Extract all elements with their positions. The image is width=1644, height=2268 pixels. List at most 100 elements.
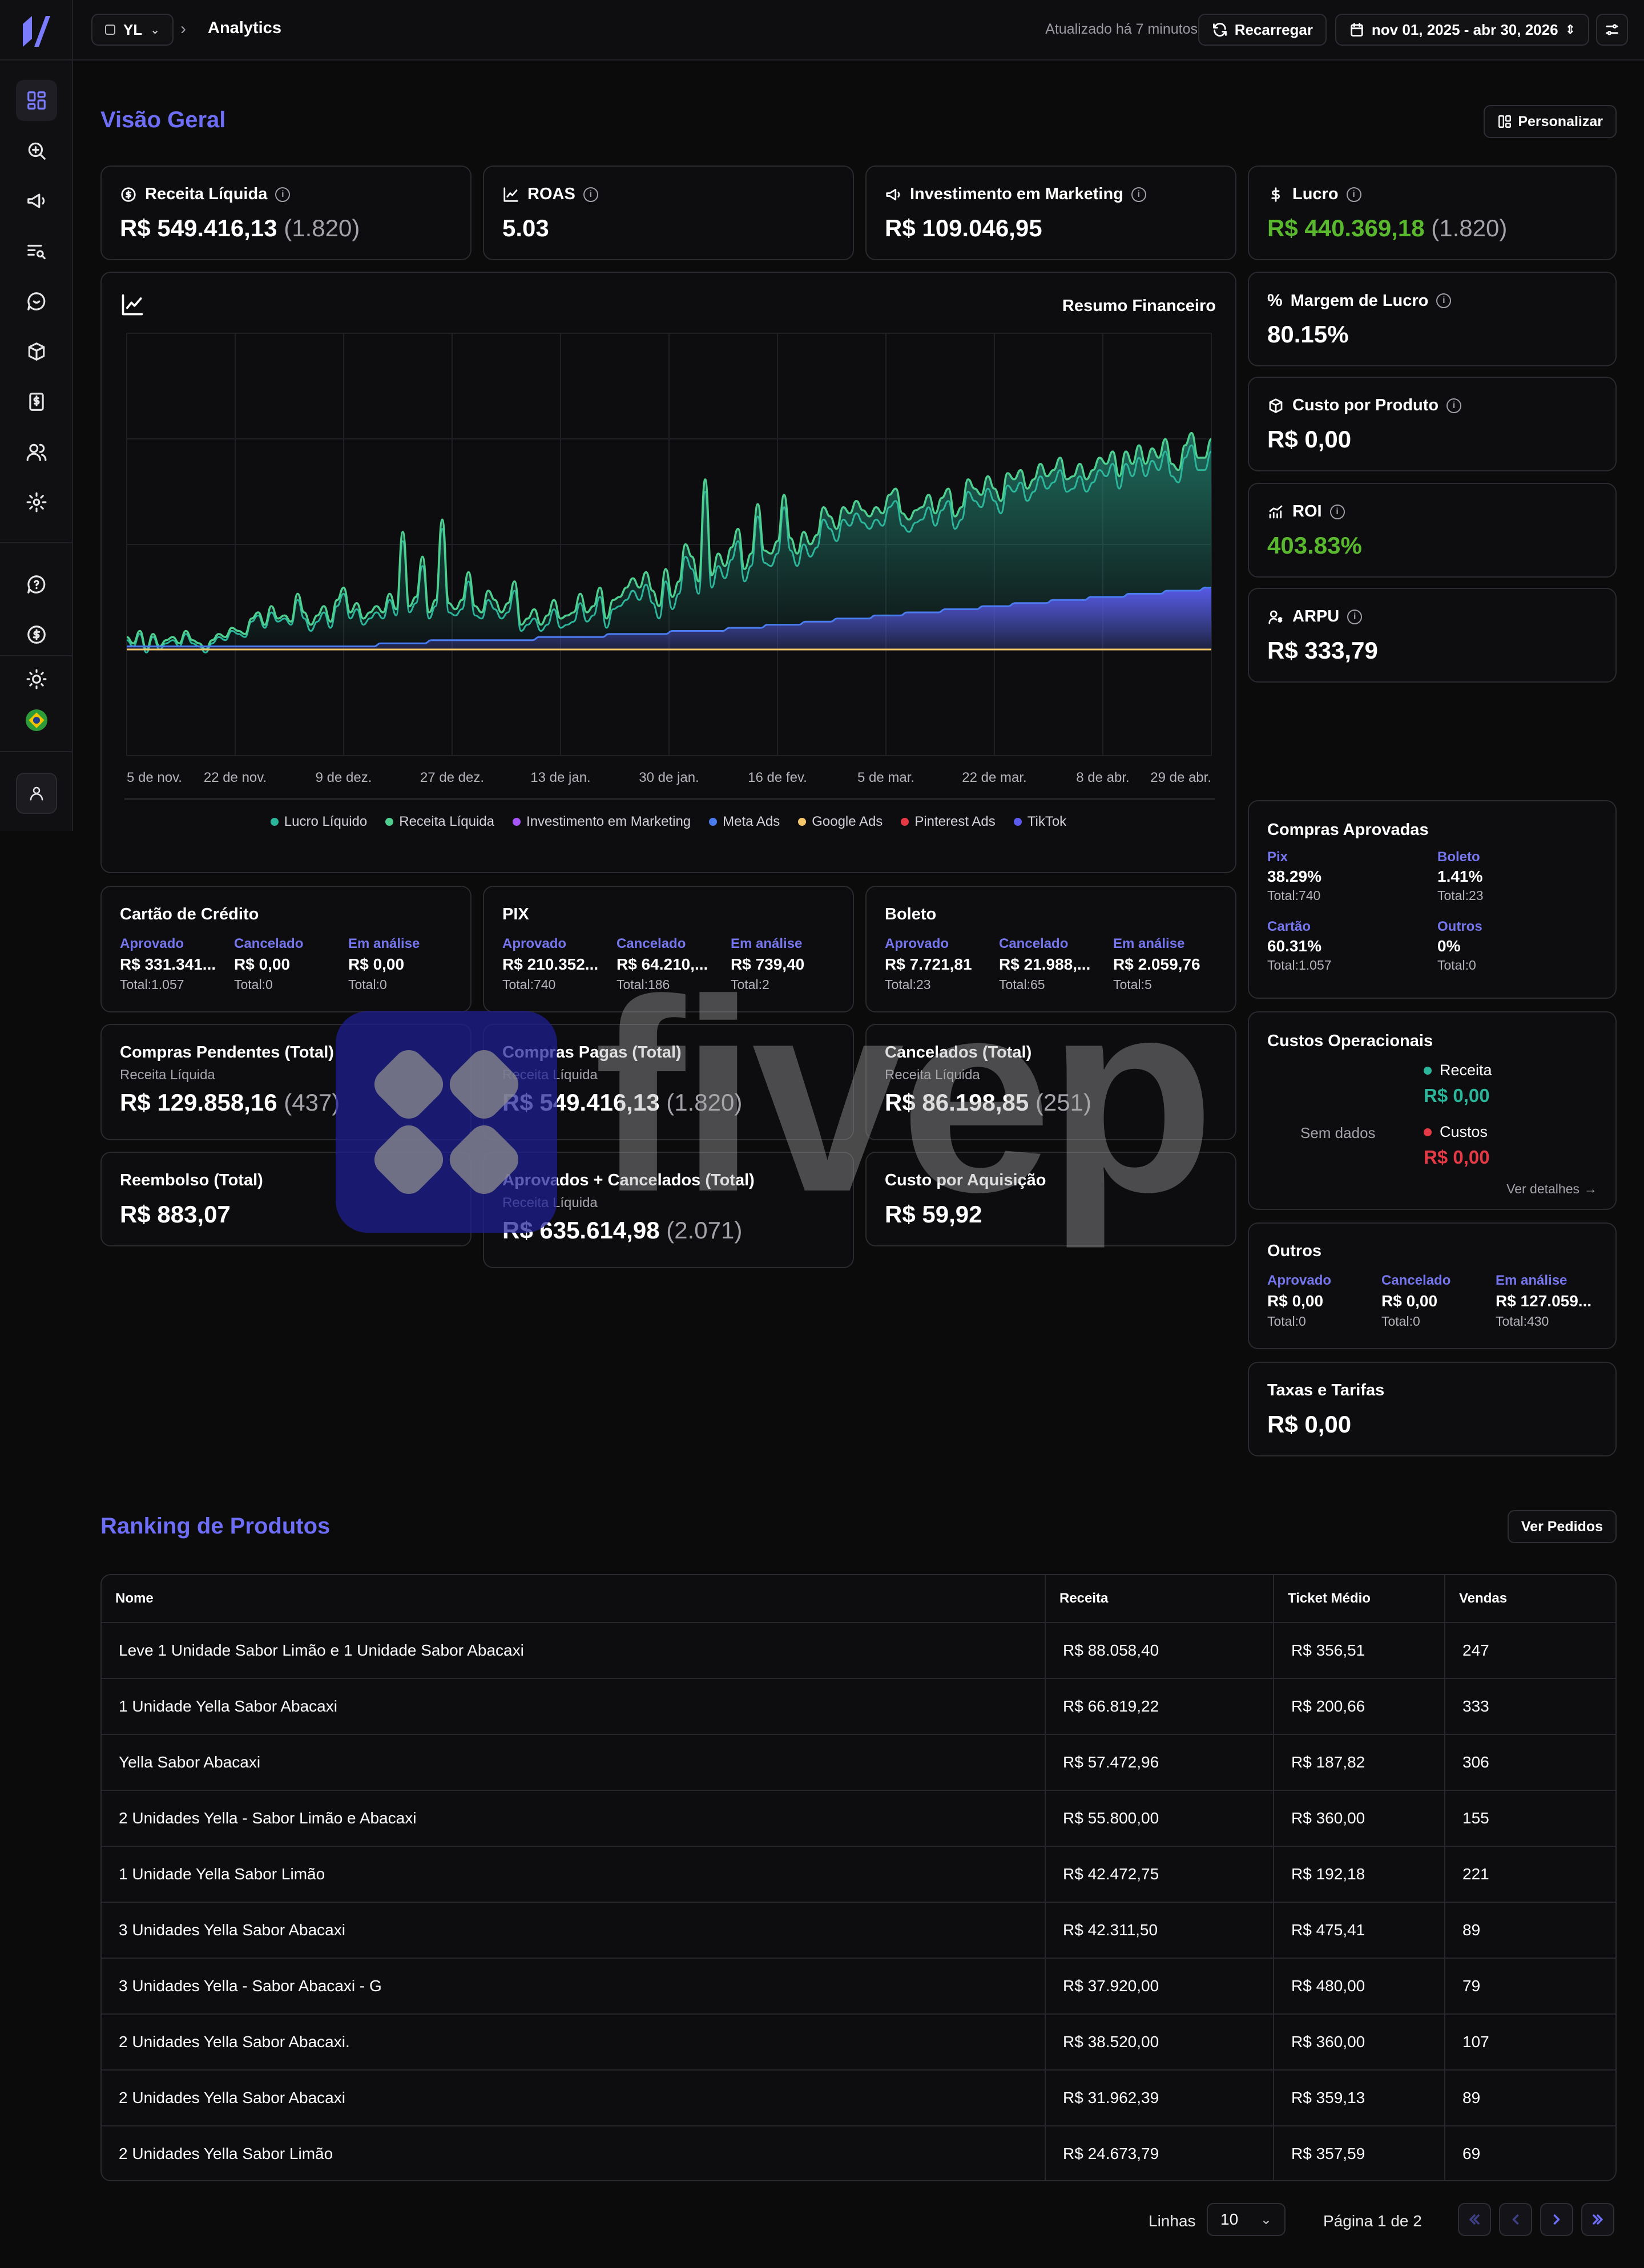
chart-bar-trend-icon [1269,505,1283,518]
column-header[interactable]: Ticket Médio [1274,1575,1445,1622]
column-header[interactable]: Nome [102,1575,1046,1622]
sidebar-item-reports[interactable] [16,231,57,272]
prev-page-button[interactable] [1499,2203,1532,2236]
info-icon[interactable]: i [1446,398,1462,413]
card-title: PIX [502,905,529,923]
table-header-row: Nome Receita Ticket Médio Vendas [102,1575,1615,1622]
empty-state-text: Sem dados [1300,1124,1376,1141]
sidebar-item-search[interactable] [16,130,57,171]
legend-item-receita[interactable]: Receita Líquida [385,814,494,830]
table-row[interactable]: 2 Unidades Yella Sabor Limão R$ 24.673,79… [102,2125,1615,2180]
rows-per-page-select[interactable]: 10 ⌄ [1207,2203,1286,2236]
revenue-cell: R$ 24.673,79 [1046,2126,1274,2180]
x-tick-label: 29 de abr. [1150,770,1211,785]
sidebar-item-chats[interactable] [16,281,57,322]
info-icon[interactable]: i [275,187,291,202]
sidebar-item-billing[interactable] [16,614,57,655]
sidebar-item-dashboard[interactable] [16,80,57,121]
receita-value: R$ 0,00 [1424,1085,1490,1106]
chevron-up-down-icon: ⌄ [150,23,160,37]
product-name-cell: 2 Unidades Yella Sabor Limão [102,2126,1046,2180]
legend-label: Pinterest Ads [914,814,996,829]
info-icon[interactable]: i [1346,187,1361,202]
date-range-picker[interactable]: nov 01, 2025 - abr 30, 2026 ⇕ [1335,14,1589,46]
column-header[interactable]: Vendas [1445,1575,1615,1622]
custos-row: Custos [1424,1123,1490,1141]
sidebar-divider [0,59,73,60]
info-icon[interactable]: i [1329,504,1345,519]
theme-toggle[interactable] [16,659,57,700]
card-title: Cartão de Crédito [120,905,259,923]
reload-label: Recarregar [1234,21,1313,38]
taxas-card: Taxas e Tarifas R$ 0,00 [1248,1362,1617,1456]
custos-stat: Custos R$ 0,00 [1424,1123,1490,1168]
kpi-label: Receita Líquida [145,185,268,203]
filters-button[interactable] [1596,14,1628,46]
financial-summary-chart[interactable]: 5 de nov. 22 de nov. 9 de dez. 27 de dez. 13… [102,273,1238,809]
stat-value: 0% [1437,937,1461,955]
stat-value: 38.29% [1267,867,1321,885]
view-orders-button[interactable]: Ver Pedidos [1507,1510,1617,1543]
legend-item-lucro[interactable]: Lucro Líquido [270,814,367,830]
info-icon[interactable]: i [1347,609,1363,624]
column-header[interactable]: Receita [1046,1575,1274,1622]
custos-value: R$ 0,00 [1424,1147,1490,1168]
watermark-logo [336,1011,557,1233]
financial-summary-chart-card: Resumo Financeiro 5 de nov. 22 de nov. 9 d… [100,272,1236,873]
table-row[interactable]: 1 Unidade Yella Sabor Limão R$ 42.472,75 R… [102,1846,1615,1902]
table-row[interactable]: 2 Unidades Yella - Sabor Limão e Abacaxi… [102,1790,1615,1846]
next-page-button[interactable] [1540,2203,1573,2236]
table-row[interactable]: 2 Unidades Yella Sabor Abacaxi. R$ 38.520… [102,2013,1615,2069]
user-menu-button[interactable] [16,773,57,814]
reload-button[interactable]: Recarregar [1198,14,1327,46]
sidebar-item-users[interactable] [16,431,57,473]
legend-item-google[interactable]: Google Ads [798,814,883,830]
sidebar-item-finance[interactable] [16,381,57,422]
x-tick-label: 30 de jan. [639,770,699,785]
app-logo[interactable] [17,11,55,51]
layout-icon [1498,115,1512,128]
legend-item-meta[interactable]: Meta Ads [709,814,780,830]
legend-item-pinterest[interactable]: Pinterest Ads [901,814,996,830]
receita-stat: Receita R$ 0,00 [1424,1062,1492,1107]
product-name-cell: Leve 1 Unidade Sabor Limão e 1 Unidade S… [102,1623,1046,1678]
legend-dot [709,818,718,826]
view-orders-label: Ver Pedidos [1521,1518,1603,1535]
first-page-button[interactable] [1458,2203,1491,2236]
table-row[interactable]: 2 Unidades Yella Sabor Abacaxi R$ 31.962,… [102,2069,1615,2125]
legend-item-investimento[interactable]: Investimento em Marketing [513,814,691,830]
table-row[interactable]: 3 Unidades Yella - Sabor Abacaxi - G R$ 3… [102,1958,1615,2013]
kpi-card-margem: % Margem de Lucro i 80.15% [1248,272,1617,366]
sidebar-item-products[interactable] [16,331,57,372]
legend-item-tiktok[interactable]: TikTok [1013,814,1066,830]
status-label: Em análise [348,936,420,951]
sidebar-item-settings[interactable] [16,482,57,523]
last-page-button[interactable] [1581,2203,1614,2236]
table-row[interactable]: Yella Sabor Abacaxi R$ 57.472,96 R$ 187,82… [102,1734,1615,1790]
status-value: R$ 0,00 [1381,1292,1438,1310]
table-row[interactable]: Leve 1 Unidade Sabor Limão e 1 Unidade S… [102,1622,1615,1678]
customize-button[interactable]: Personalizar [1484,105,1617,138]
info-icon[interactable]: i [583,187,598,202]
language-selector[interactable] [16,700,57,741]
product-name-cell: 3 Unidades Yella Sabor Abacaxi [102,1903,1046,1958]
product-name-cell: 2 Unidades Yella Sabor Abacaxi. [102,2015,1046,2069]
product-name-cell: 2 Unidades Yella - Sabor Limão e Abacaxi [102,1791,1046,1846]
info-icon[interactable]: i [1436,293,1452,308]
sales-cell: 155 [1462,1809,1489,1827]
table-row[interactable]: 1 Unidade Yella Sabor Abacaxi R$ 66.819,2… [102,1678,1615,1734]
card-subtitle: Receita Líquida [120,1067,215,1083]
details-link[interactable]: Ver detalhes → [1506,1181,1597,1197]
sidebar-item-support[interactable] [16,564,57,605]
sidebar-item-campaigns[interactable] [16,180,57,221]
kpi-label: ARPU [1292,607,1340,625]
workspace-selector[interactable]: YL ⌄ [91,14,174,46]
kpi-card-roas: ROAS i 5.03 [483,166,854,260]
info-icon[interactable]: i [1131,187,1146,202]
sales-cell: 79 [1462,1977,1481,1995]
chevrons-right-icon [1593,2214,1603,2225]
legend-label: Meta Ads [723,814,780,829]
table-row[interactable]: 3 Unidades Yella Sabor Abacaxi R$ 42.311,… [102,1902,1615,1958]
avg-ticket-cell: R$ 187,82 [1274,1735,1445,1790]
revenue-cell: R$ 57.472,96 [1046,1735,1274,1790]
